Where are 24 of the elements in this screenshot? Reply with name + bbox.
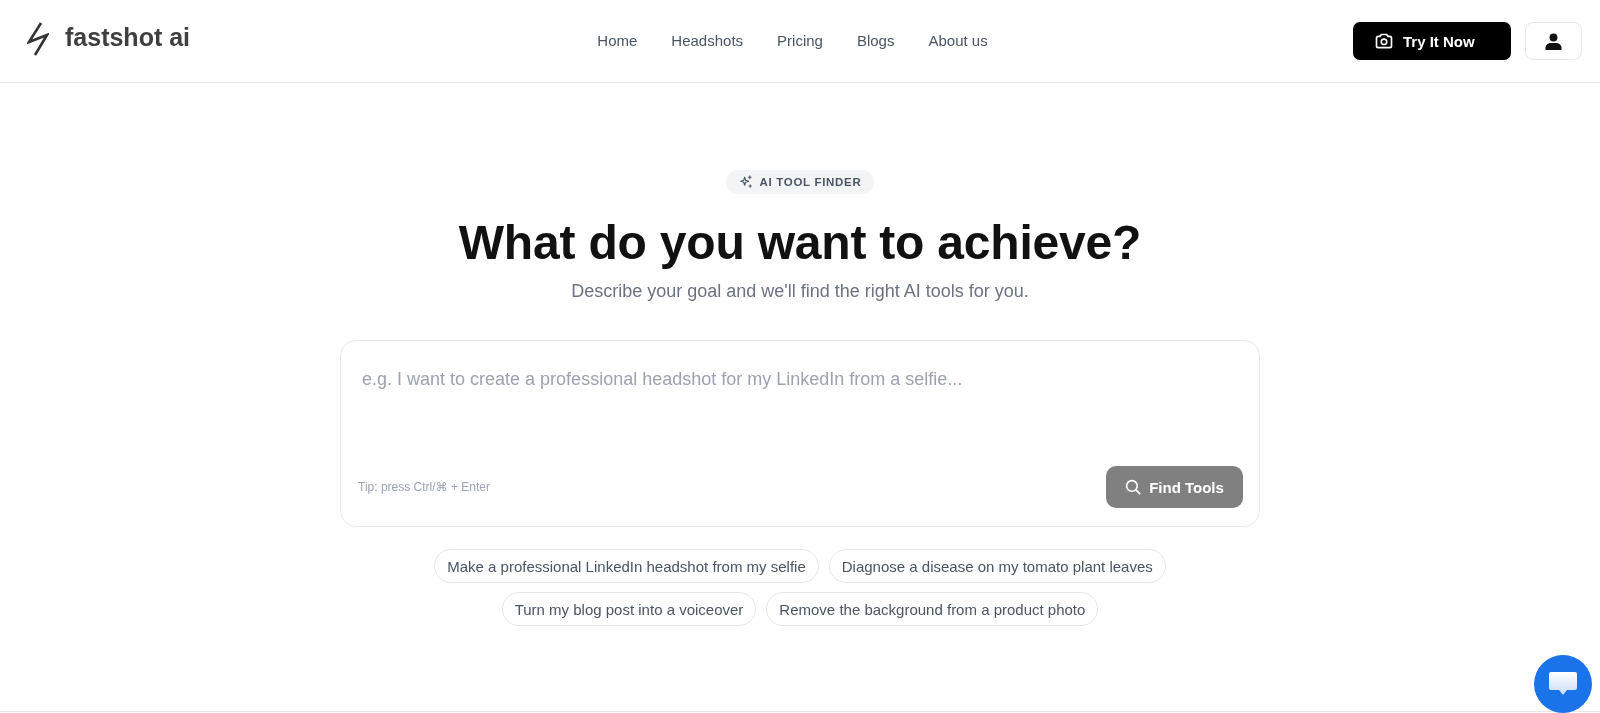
search-icon: [1125, 479, 1142, 495]
nav-link[interactable]: Headshots: [671, 31, 744, 51]
keyboard-tip: Tip: press Ctrl/⌘ + Enter: [358, 480, 490, 494]
user-icon: [1545, 32, 1562, 50]
suggestion-chip[interactable]: Make a professional LinkedIn headshot from my selfie: [434, 549, 819, 583]
nav-link[interactable]: Pricing: [777, 31, 823, 51]
chat-button[interactable]: [1534, 655, 1592, 713]
page-heading: What do you want to achieve?: [458, 215, 1142, 271]
camera-icon: [1374, 31, 1394, 51]
bolt-icon: [27, 22, 49, 56]
goal-textarea[interactable]: e.g. I want to create a professional headshot for my LinkedIn from a selfie...: [358, 361, 1243, 456]
speech-bubble-icon: [1548, 671, 1578, 697]
sparkle-icon: [738, 175, 753, 189]
suggestion-chip[interactable]: Remove the background from a product photo: [766, 592, 1099, 626]
suggestion-chip[interactable]: Diagnose a disease on my tomato plant leaves: [828, 549, 1166, 583]
nav-link[interactable]: Blogs: [856, 31, 895, 51]
nav-link[interactable]: About us: [928, 31, 988, 51]
suggestion-chip[interactable]: Turn my blog post into a voiceover: [501, 592, 757, 626]
badge-label: AI TOOL FINDER: [759, 176, 862, 188]
try-it-now-button[interactable]: Try It Now: [1353, 22, 1511, 60]
account-button[interactable]: [1525, 22, 1582, 60]
nav-link[interactable]: Home: [597, 31, 638, 51]
logo-text[interactable]: fastshot ai: [65, 22, 191, 52]
page-subheading: Describe your goal and we'll find the right AI tools for you.: [571, 280, 1029, 303]
